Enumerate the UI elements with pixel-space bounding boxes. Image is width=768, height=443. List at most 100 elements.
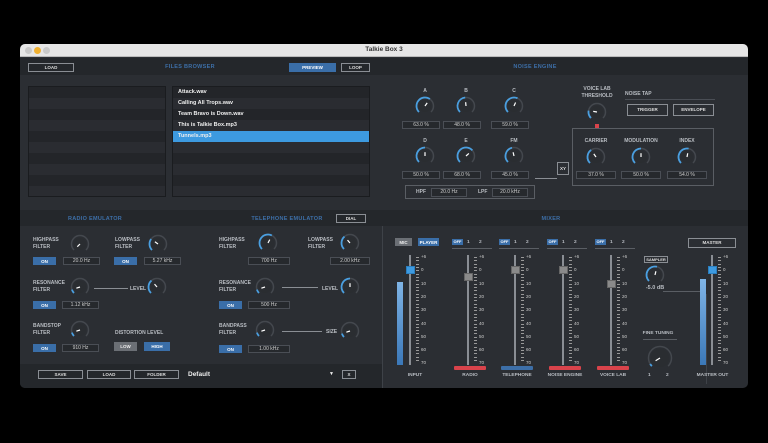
radio-resonance-on-button[interactable]: ON (33, 301, 56, 309)
distortion-high-button[interactable]: HIGH (144, 342, 170, 351)
preview-button[interactable]: PREVIEW (289, 63, 336, 72)
threshold-knob[interactable] (587, 102, 607, 122)
channel-off-button[interactable]: OFF (499, 239, 510, 245)
noise-knob-b[interactable] (456, 96, 476, 116)
radio-level-knob[interactable] (147, 277, 167, 297)
loop-button[interactable]: LOOP (341, 63, 370, 72)
master-button[interactable]: MASTER (688, 238, 736, 248)
tel-highpass-value[interactable]: 700 Hz (248, 257, 290, 265)
tel-highpass-knob[interactable] (258, 233, 278, 253)
preset-dropdown-arrow-icon[interactable]: ▼ (329, 371, 334, 377)
channel-fader-voice-lab-handle[interactable] (606, 279, 616, 288)
channel-2-button[interactable]: 2 (526, 240, 529, 245)
file-list-item[interactable]: Attack.wav (173, 87, 369, 98)
xy-button[interactable]: XY (557, 162, 569, 175)
radio-bandstop-knob[interactable] (70, 320, 90, 340)
channel-1-button[interactable]: 1 (610, 240, 613, 245)
preset-name[interactable]: Default (188, 371, 210, 378)
channel-1-button[interactable]: 1 (514, 240, 517, 245)
channel-off-button[interactable]: OFF (452, 239, 463, 245)
radio-lowpass-on-button[interactable]: ON (114, 257, 137, 265)
noise-knob-value[interactable]: 59.0 % (491, 121, 529, 129)
files-load-button[interactable]: LOAD (28, 63, 74, 72)
noise-knob-e[interactable] (456, 146, 476, 166)
channel-1-button[interactable]: 1 (467, 240, 470, 245)
channel-1-button[interactable]: 1 (562, 240, 565, 245)
radio-resonance-value[interactable]: 1.12 kHz (62, 301, 99, 309)
tel-resonance-knob[interactable] (255, 277, 275, 297)
hpf-value[interactable]: 20.0 Hz (431, 188, 467, 197)
dial-button[interactable]: DIAL (336, 214, 366, 223)
distortion-low-button[interactable]: LOW (114, 342, 137, 351)
radio-highpass-value[interactable]: 20.0 Hz (63, 257, 100, 265)
tel-level-knob[interactable] (340, 277, 360, 297)
radio-resonance-knob[interactable] (70, 277, 90, 297)
tel-resonance-on-button[interactable]: ON (219, 301, 242, 309)
sampler-button[interactable]: SAMPLER (644, 256, 668, 263)
preset-load-button[interactable]: LOAD (87, 370, 131, 379)
noise-knob-fm[interactable] (504, 146, 524, 166)
noise-knob-value[interactable]: 68.0 % (443, 171, 481, 179)
tel-resonance-value[interactable]: 500 Hz (248, 301, 290, 309)
channel-fader-voice-lab-track[interactable] (610, 255, 612, 365)
scale-tick (521, 280, 524, 282)
file-list-item[interactable]: Team Bravo is Down.wav (173, 109, 369, 120)
envelope-button[interactable]: ENVELOPE (673, 104, 714, 116)
tel-lowpass-knob[interactable] (340, 233, 360, 253)
channel-fader-telephone-handle[interactable] (510, 266, 520, 275)
radio-bandstop-value[interactable]: 910 Hz (62, 344, 99, 352)
channel-2-button[interactable]: 2 (622, 240, 625, 245)
tel-bandpass-knob[interactable] (255, 320, 275, 340)
tel-bandpass-value[interactable]: 1.00 kHz (248, 345, 290, 353)
radio-highpass-on-button[interactable]: ON (33, 257, 56, 265)
radio-lowpass-value[interactable]: 5.27 kHz (144, 257, 181, 265)
preset-folder-button[interactable]: FOLDER (134, 370, 179, 379)
file-list-item[interactable]: This is Talkie Box.mp3 (173, 120, 369, 131)
radio-highpass-knob[interactable] (70, 234, 90, 254)
channel-fader-radio-handle[interactable] (463, 272, 473, 281)
fm-knob-value[interactable]: 37.0 % (576, 171, 616, 179)
channel-fader-noise-engine-handle[interactable] (558, 266, 568, 275)
channel-2-button[interactable]: 2 (574, 240, 577, 245)
fm-knob-modulation[interactable] (631, 147, 651, 167)
tel-size-knob[interactable] (340, 321, 360, 341)
channel-2-button[interactable]: 2 (479, 240, 482, 245)
scale-tick (617, 343, 620, 345)
channel-off-button[interactable]: OFF (595, 239, 606, 245)
radio-bandstop-on-button[interactable]: ON (33, 344, 56, 352)
noise-knob-d[interactable] (415, 146, 435, 166)
noise-knob-value[interactable]: 48.0 % (443, 121, 481, 129)
noise-knob-value[interactable]: 50.0 % (402, 171, 440, 179)
channel-off-button[interactable]: OFF (547, 239, 558, 245)
channel-fader-radio-track[interactable] (467, 255, 469, 365)
scale-tick (416, 296, 419, 298)
distortion-level-label: DISTORTION LEVEL (115, 330, 164, 336)
fm-knob-carrier[interactable] (586, 147, 606, 167)
fm-knob-value[interactable]: 54.0 % (667, 171, 707, 179)
mic-button[interactable]: MIC (395, 238, 412, 246)
sampler-knob[interactable] (645, 265, 665, 285)
scale-tick (569, 330, 572, 332)
player-button[interactable]: PLAYER (418, 238, 439, 246)
file-list-item[interactable]: Calling All Trops.wav (173, 98, 369, 109)
fm-knob-index[interactable] (677, 147, 697, 167)
master-fader-handle[interactable] (707, 266, 717, 275)
noise-knob-value[interactable]: 63.0 % (402, 121, 440, 129)
input-fader-handle[interactable] (405, 266, 415, 275)
file-list[interactable]: Attack.wav Calling All Trops.wav Team Brav… (172, 86, 370, 197)
tel-bandpass-on-button[interactable]: ON (219, 345, 242, 353)
scale-tick (718, 316, 721, 318)
folder-list[interactable] (28, 86, 166, 197)
fm-knob-value[interactable]: 50.0 % (621, 171, 661, 179)
noise-knob-value[interactable]: 45.0 % (491, 171, 529, 179)
radio-lowpass-knob[interactable] (148, 234, 168, 254)
preset-extra-button[interactable]: X (342, 370, 356, 379)
noise-knob-c[interactable] (504, 96, 524, 116)
trigger-button[interactable]: TRIGGER (627, 104, 668, 116)
preset-save-button[interactable]: SAVE (38, 370, 83, 379)
noise-knob-a[interactable] (415, 96, 435, 116)
fine-tuning-knob[interactable] (647, 345, 673, 371)
lpf-value[interactable]: 20.0 kHz (492, 188, 528, 197)
tel-lowpass-value[interactable]: 2.00 kHz (330, 257, 370, 265)
file-list-item[interactable]: Tunnels.mp3 (173, 131, 369, 142)
